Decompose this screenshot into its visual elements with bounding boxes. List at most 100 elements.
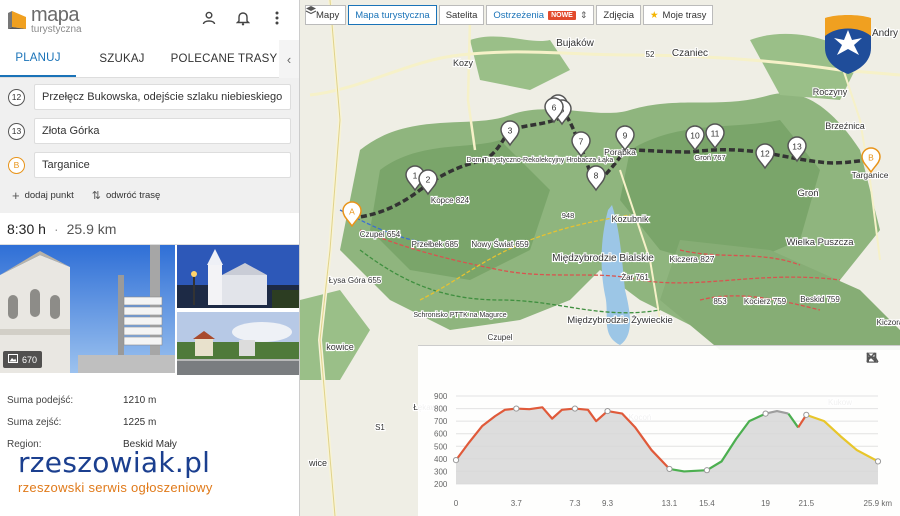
elevation-chart: 900 800 700 600 500 400 300 200 0 3.7 7.3 9.3 13.1 15…: [434, 392, 893, 508]
photo-church-signpost[interactable]: 670: [0, 245, 175, 373]
map-label: Kocierz 759: [744, 297, 787, 306]
route-points: 12 Przełęcz Bukowska, odejście szlaku ni…: [0, 78, 299, 213]
map-label: Międzybrodzie Bialskie: [552, 253, 654, 264]
top-bar: mapa turystyczna: [0, 0, 299, 40]
waypoint-label: 3: [508, 126, 513, 136]
route-point-input[interactable]: Targanice: [34, 152, 291, 178]
map-layers-button[interactable]: Mapy: [305, 5, 347, 25]
more-menu-icon[interactable]: [269, 11, 285, 30]
map-label: Dom Turystyczno-Rekolekcyjny Hrobacza Łą…: [467, 157, 614, 164]
satellite-button[interactable]: Satelita: [438, 5, 485, 25]
map-label: Kozubnik: [611, 214, 649, 224]
plus-icon: +: [12, 188, 20, 203]
y-tick-label: 700: [434, 417, 448, 426]
map-label: Kozy: [453, 58, 474, 68]
watermark: rzeszowiak.pl rzeszowski serwis ogłoszen…: [18, 446, 278, 496]
profile-marker: [703, 467, 711, 474]
reverse-route-label: odwróć trasę: [105, 190, 161, 201]
logo[interactable]: mapa turystyczna: [6, 5, 82, 35]
map-label: Bujaków: [556, 38, 595, 49]
photo-village-road[interactable]: [177, 312, 299, 377]
info-value: 1210 m: [123, 394, 157, 406]
info-value: 1225 m: [123, 416, 157, 428]
waypoint-label: 8: [594, 171, 599, 181]
bell-icon[interactable]: [235, 11, 251, 30]
map-label: 948: [562, 211, 575, 220]
map-label: Andry: [872, 28, 898, 39]
waypoint-label: 11: [711, 129, 720, 139]
add-point-button[interactable]: + dodaj punkt: [12, 188, 74, 203]
photo-count-badge[interactable]: 670: [3, 351, 43, 368]
account-icon[interactable]: [201, 11, 217, 30]
profile-marker: [571, 405, 579, 412]
map-label: Porąbka: [604, 147, 636, 157]
route-summary: 8:30 h · 25.9 km: [0, 213, 299, 245]
map-label: Żar 761: [621, 273, 649, 282]
route-point-row: 13 Złota Górka: [8, 114, 291, 148]
waypoint-label: 13: [792, 142, 802, 152]
route-point-row: 12 Przełęcz Bukowska, odejście szlaku ni…: [8, 80, 291, 114]
profile-marker: [513, 405, 520, 412]
map-label: Roczyny: [813, 87, 848, 97]
point-number-badge: 12: [8, 88, 25, 106]
x-tick-label: 9.3: [602, 499, 614, 508]
watermark-sub: rzeszowski serwis ogłoszeniowy: [18, 480, 213, 495]
y-tick-label: 800: [434, 405, 448, 414]
x-tick-label: 0: [454, 499, 459, 508]
photo-church-night[interactable]: [177, 245, 299, 310]
map-view[interactable]: Bujaków Czaniec Kozy Roczyny Brzeźnica Kozubn…: [300, 0, 900, 516]
tab-planuj[interactable]: PLANUJ: [0, 40, 76, 77]
waypoint-label: 7: [579, 137, 584, 147]
warnings-button[interactable]: Ostrzeżenia NOWE ⇕: [486, 5, 595, 25]
map-label: Międzybrodzie Żywieckie: [567, 315, 673, 326]
tourist-map-button[interactable]: Mapa turystyczna: [348, 5, 437, 25]
elevation-profile[interactable]: 900 800 700 600 500 400 300 200 0 3.7 7.3 9.3 13.1 15…: [418, 345, 900, 516]
map-label: Groń: [797, 188, 818, 199]
logo-sub-text: turystyczna: [31, 24, 82, 35]
waypoint-label: 2: [426, 175, 431, 185]
info-label: Suma zejść:: [7, 416, 62, 428]
route-point-input[interactable]: Przełęcz Bukowska, odejście szlaku niebi…: [34, 84, 291, 110]
warnings-label: Ostrzeżenia: [493, 9, 545, 21]
add-point-label: dodaj punkt: [24, 190, 74, 201]
route-point-input[interactable]: Złota Górka: [34, 118, 291, 144]
map-label: Beskid 759: [800, 295, 840, 304]
tab-szukaj[interactable]: SZUKAJ: [76, 40, 168, 77]
y-tick-label: 600: [434, 430, 448, 439]
logo-icon: [6, 9, 28, 31]
watermark-main: rzeszowiak.pl: [18, 446, 211, 479]
logo-main-text: mapa: [31, 4, 80, 26]
y-tick-label: 400: [434, 455, 448, 464]
photo-gallery[interactable]: 670: [0, 245, 299, 377]
waypoint-label: 10: [690, 131, 700, 141]
map-label: Czupel: [488, 333, 513, 342]
y-tick-label: 300: [434, 467, 448, 476]
map-label: Kopce 824: [431, 196, 470, 205]
map-layers-label: Mapy: [316, 9, 340, 21]
y-tick-label: 500: [434, 442, 448, 451]
x-tick-label: 15.4: [699, 499, 715, 508]
tab-bar: PLANUJ SZUKAJ POLECANE TRASY ‹: [0, 40, 299, 78]
x-tick-label: 13.1: [662, 499, 678, 508]
map-toolbar: Mapy Mapa turystyczna Satelita Ostrzeżen…: [305, 5, 714, 25]
y-tick-label: 900: [434, 392, 448, 401]
x-tick-label: 19: [761, 499, 770, 508]
waypoint-label: 9: [623, 131, 628, 141]
map-label: 853: [713, 297, 727, 306]
map-label: Czupel 654: [360, 230, 401, 239]
x-tick-label: 25.9 km: [864, 499, 893, 508]
waypoint-label: 1: [413, 171, 418, 181]
waypoint-label: A: [349, 207, 355, 217]
photos-button[interactable]: Zdjęcia: [596, 5, 642, 25]
waypoint-label: 12: [760, 149, 770, 159]
map-label: Wielka Puszcza: [786, 237, 854, 248]
reverse-route-button[interactable]: ⇅ odwróć trasę: [92, 188, 161, 203]
y-tick-label: 200: [434, 480, 448, 489]
my-routes-label: Moje trasy: [662, 9, 707, 21]
point-number-badge: 13: [8, 122, 25, 140]
tab-polecane-trasy[interactable]: POLECANE TRASY: [168, 40, 280, 77]
profile-marker: [452, 457, 460, 464]
my-routes-button[interactable]: ★ Moje trasy: [643, 5, 714, 25]
info-row: Suma podejść: 1210 m: [7, 389, 292, 411]
collapse-panel-button[interactable]: ‹: [279, 40, 299, 78]
